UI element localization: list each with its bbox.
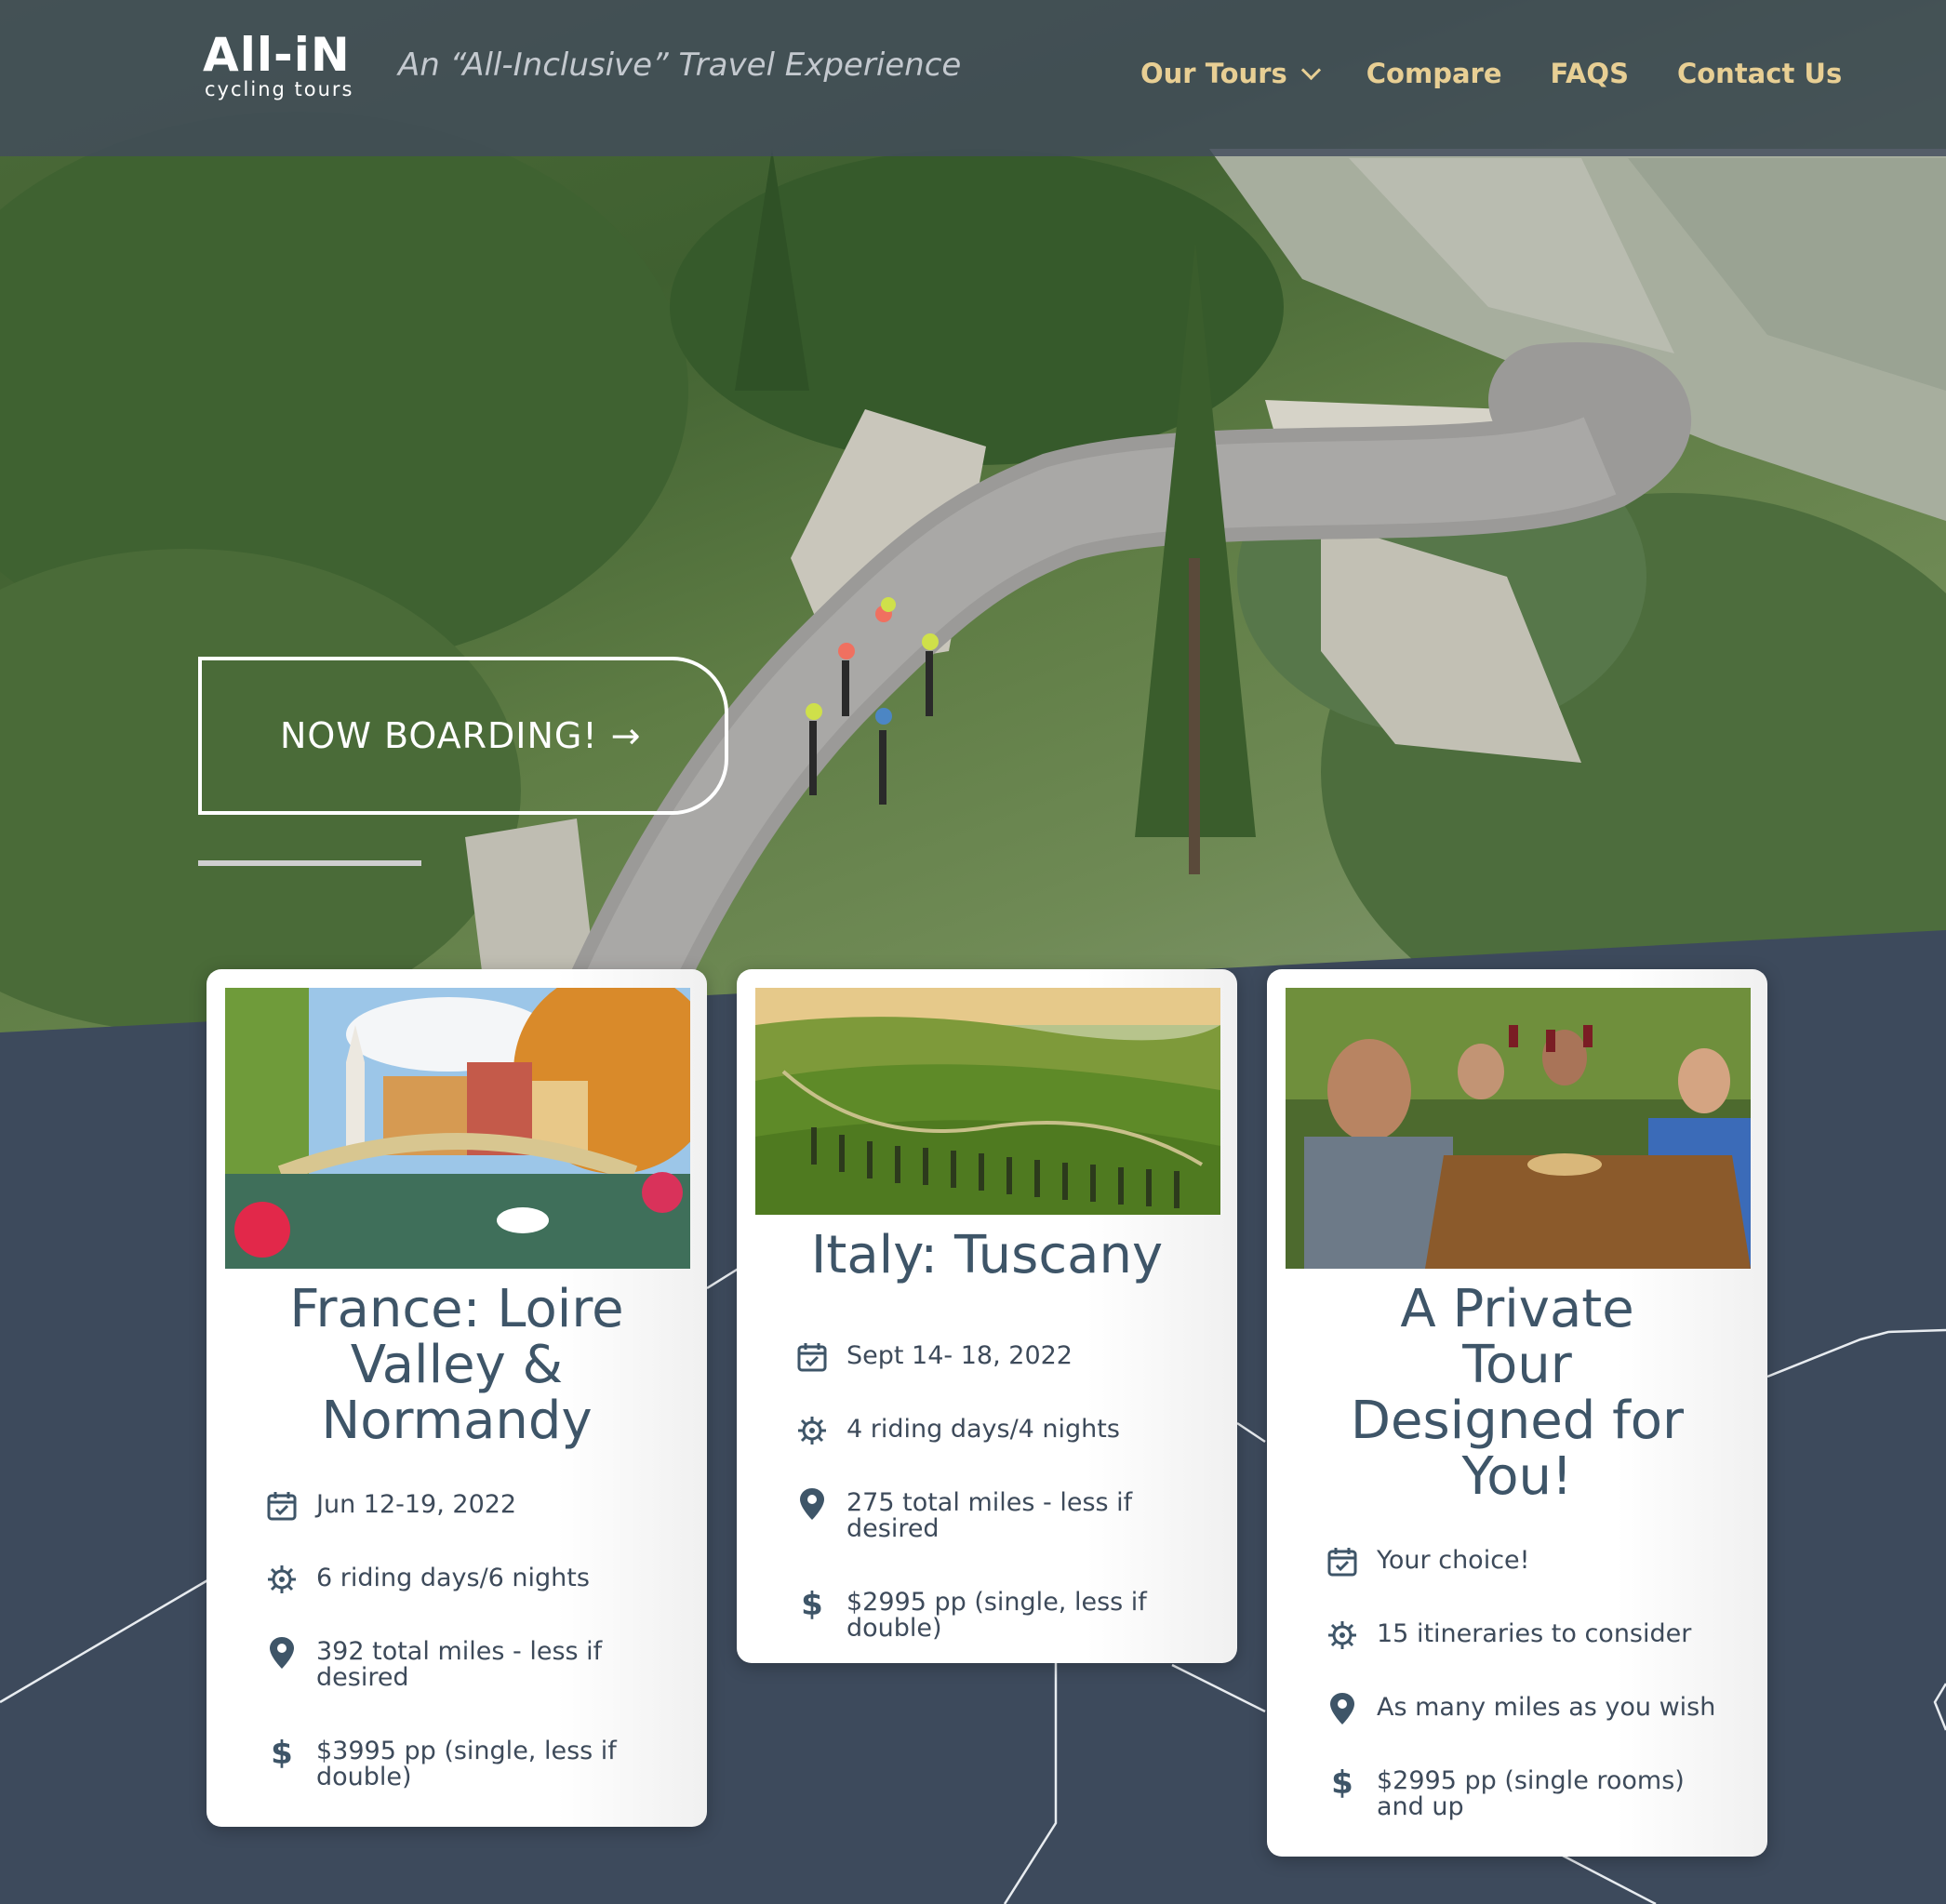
site-logo[interactable]: All-iN cycling tours — [203, 30, 353, 100]
now-boarding-button[interactable]: NOW BOARDING! → — [198, 657, 728, 815]
nav-our-tours[interactable]: Our Tours — [1140, 58, 1321, 89]
nav-faqs[interactable]: FAQS — [1551, 58, 1629, 89]
france-tour-title: France: Loire Valley & Normandy — [207, 1282, 707, 1449]
title-line: Normandy — [321, 1391, 593, 1451]
france-price: $ $3995 pp (single, less if double) — [264, 1735, 623, 1791]
dollar-icon: $ — [1325, 1764, 1360, 1800]
feature-text: 275 total miles - less if desired — [846, 1488, 1133, 1543]
private-itineraries: 15 itineraries to consider — [1325, 1621, 1730, 1653]
title-line: You! — [1461, 1446, 1573, 1507]
feature-text: Jun 12-19, 2022 — [316, 1490, 517, 1519]
private-date: Your choice! — [1325, 1548, 1730, 1579]
cycling-gear-icon — [1325, 1618, 1360, 1653]
private-price: $ $2995 pp (single rooms) and up — [1325, 1764, 1730, 1821]
title-line: Tour — [1462, 1335, 1572, 1395]
title-line: A Private — [1400, 1279, 1634, 1339]
italy-miles: 275 total miles - less if desired — [794, 1488, 1153, 1543]
title-line: Italy: Tuscany — [810, 1225, 1164, 1285]
italy-price: $ $2995 pp (single, less if double) — [794, 1586, 1153, 1643]
feature-text: $2995 pp (single, less if double) — [846, 1588, 1147, 1643]
feature-text: 392 total miles - less if desired — [316, 1637, 603, 1692]
calendar-check-icon — [794, 1339, 830, 1375]
private-tour-title: A Private Tour Designed for You! — [1267, 1282, 1767, 1505]
private-miles: As many miles as you wish — [1325, 1693, 1730, 1726]
tour-card-france[interactable]: France: Loire Valley & Normandy Jun 12-1… — [207, 969, 707, 1827]
map-pin-icon — [794, 1486, 830, 1522]
svg-text:$: $ — [801, 1586, 823, 1621]
france-date: Jun 12-19, 2022 — [264, 1492, 623, 1524]
italy-riding-days: 4 riding days/4 nights — [794, 1417, 1153, 1448]
italy-date: Sept 14- 18, 2022 — [794, 1343, 1153, 1375]
france-miles: 392 total miles - less if desired — [264, 1637, 623, 1692]
logo-subtitle: cycling tours — [205, 78, 354, 100]
tour-card-private[interactable]: A Private Tour Designed for You! Your ch… — [1267, 969, 1767, 1857]
italy-tour-image — [755, 988, 1220, 1215]
france-tour-image — [225, 988, 690, 1269]
italy-tour-title: Italy: Tuscany — [737, 1228, 1237, 1284]
svg-text:$: $ — [1331, 1764, 1353, 1800]
cycling-gear-icon — [264, 1562, 300, 1597]
dollar-icon: $ — [794, 1586, 830, 1621]
main-nav: Our Tours Compare FAQS Contact Us — [1140, 58, 1842, 89]
map-pin-icon — [1325, 1691, 1360, 1726]
feature-text: 4 riding days/4 nights — [846, 1415, 1120, 1444]
svg-text:$: $ — [271, 1735, 293, 1770]
calendar-check-icon — [1325, 1544, 1360, 1579]
feature-text: Your choice! — [1377, 1546, 1530, 1575]
feature-text: 6 riding days/6 nights — [316, 1564, 590, 1592]
feature-text: 15 itineraries to consider — [1377, 1619, 1692, 1648]
hero-divider — [198, 860, 421, 866]
arrow-right-icon: → — [610, 715, 642, 756]
france-riding-days: 6 riding days/6 nights — [264, 1565, 623, 1597]
nav-compare[interactable]: Compare — [1366, 58, 1502, 89]
hero-section: All-iN cycling tours An “All-Inclusive” … — [0, 0, 1946, 1032]
feature-text: Sept 14- 18, 2022 — [846, 1341, 1073, 1370]
nav-contact-us[interactable]: Contact Us — [1677, 58, 1842, 89]
title-line: France: Loire — [289, 1279, 624, 1339]
feature-text: As many miles as you wish — [1377, 1693, 1716, 1722]
map-pin-icon — [264, 1635, 300, 1671]
calendar-check-icon — [264, 1488, 300, 1524]
title-line: Valley & — [350, 1335, 564, 1395]
chevron-down-icon — [1300, 60, 1321, 80]
feature-text: $2995 pp (single rooms) and up — [1377, 1766, 1685, 1821]
logo-wordmark: All-iN — [203, 28, 351, 82]
nav-our-tours-label: Our Tours — [1140, 58, 1287, 89]
cycling-gear-icon — [794, 1413, 830, 1448]
title-line: Designed for — [1350, 1391, 1685, 1451]
dollar-icon: $ — [264, 1735, 300, 1770]
tour-card-italy[interactable]: Italy: Tuscany Sept 14- 18, 2022 4 ridin… — [737, 969, 1237, 1663]
site-tagline: An “All-Inclusive” Travel Experience — [398, 47, 962, 84]
now-boarding-label: NOW BOARDING! — [280, 715, 598, 756]
site-header: All-iN cycling tours An “All-Inclusive” … — [0, 0, 1946, 156]
feature-text: $3995 pp (single, less if double) — [316, 1737, 617, 1791]
private-tour-image — [1286, 988, 1751, 1269]
